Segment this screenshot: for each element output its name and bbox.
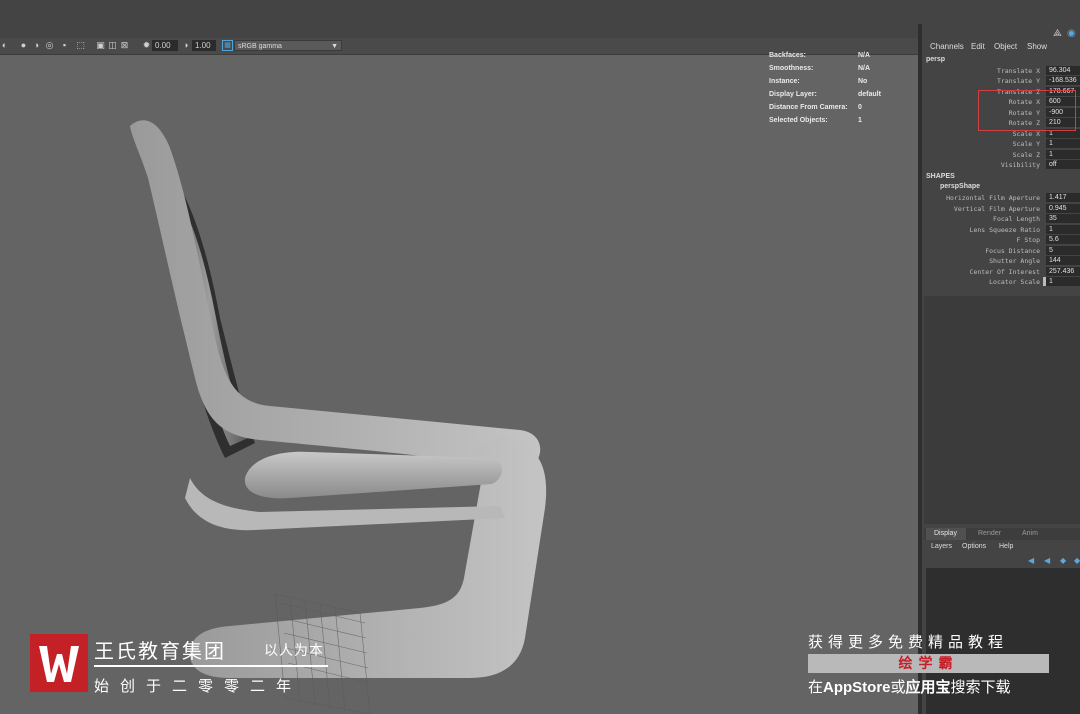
move-layer-down-icon[interactable]: ◀ — [1044, 556, 1050, 565]
hud-row: Backfaces: N/A — [769, 52, 871, 59]
chair-model[interactable] — [0, 38, 918, 714]
attr-value[interactable]: 96.304 — [1046, 66, 1080, 75]
attr-value[interactable]: 1 — [1046, 150, 1080, 159]
menu-show[interactable]: Show — [1027, 42, 1047, 51]
attr-label[interactable]: Focus Distance — [985, 247, 1040, 255]
node-name[interactable]: persp — [926, 56, 945, 63]
xray-icon[interactable]: ▣ — [96, 41, 105, 50]
rotate-highlight-box — [978, 90, 1076, 131]
attr-value[interactable]: 35 — [1046, 214, 1080, 223]
menu-layers[interactable]: Layers — [931, 543, 952, 550]
xray-components-icon[interactable]: ⊠ — [120, 41, 129, 50]
attr-label[interactable]: Lens Squeeze Ratio — [970, 226, 1040, 234]
shape-node-name[interactable]: perspShape — [940, 183, 980, 190]
color-space-dropdown[interactable]: sRGB gamma ▼ — [234, 40, 342, 51]
attr-value[interactable]: 144 — [1046, 256, 1080, 265]
gamma-input[interactable]: 1.00 — [192, 40, 216, 51]
brand-motto: 以人为本 — [264, 642, 324, 658]
new-layer-icon[interactable]: ◆ — [1060, 556, 1066, 565]
attr-label[interactable]: Vertical Film Aperture — [954, 205, 1040, 213]
attr-label[interactable]: Center Of Interest — [970, 268, 1040, 276]
hud-row: Smoothness: N/A — [769, 65, 871, 72]
new-layer-selected-icon[interactable]: ◆ — [1074, 556, 1080, 565]
attr-label[interactable]: Visibility — [1001, 161, 1040, 169]
main-menu-bar — [0, 0, 1080, 25]
menu-options[interactable]: Options — [962, 543, 986, 550]
attr-label[interactable]: F Stop — [1017, 236, 1040, 244]
attr-value[interactable]: 5.6 — [1046, 235, 1080, 244]
shading-icon[interactable]: ◐ — [0, 41, 9, 50]
promo-download-line: 在AppStore或应用宝搜索下载 — [808, 679, 1011, 696]
attr-value[interactable]: 257.436 — [1046, 267, 1080, 276]
attr-label[interactable]: Focal Length — [993, 215, 1040, 223]
menu-help[interactable]: Help — [999, 543, 1013, 550]
hud-row: Distance From Camera: 0 — [769, 104, 862, 111]
menu-edit[interactable]: Edit — [971, 42, 985, 51]
brand-name: 王氏教育集团 — [94, 641, 226, 663]
exposure-input[interactable]: 0.00 — [152, 40, 178, 51]
attribute-editor-icon[interactable]: ◉ — [1067, 28, 1076, 39]
attr-value[interactable]: 1 — [1046, 225, 1080, 234]
gamma-icon[interactable]: ◗ — [182, 41, 191, 50]
tab-display[interactable]: Display — [934, 530, 957, 537]
attr-value[interactable]: 5 — [1046, 246, 1080, 255]
attr-value[interactable]: 1.417 — [1046, 193, 1080, 202]
hud-row: Instance: No — [769, 78, 868, 85]
xray-joints-icon[interactable]: ◫ — [108, 41, 117, 50]
attr-label[interactable]: Shutter Angle — [989, 257, 1040, 265]
shapes-header: SHAPES — [926, 173, 955, 180]
channel-box-empty-area — [924, 296, 1080, 524]
attr-value[interactable]: off — [1046, 160, 1080, 169]
attr-label[interactable]: Scale Z — [1013, 151, 1040, 159]
move-layer-up-icon[interactable]: ◀ — [1028, 556, 1034, 565]
channel-box-icon[interactable]: ⟁ — [1053, 28, 1062, 39]
brand-divider — [94, 665, 328, 667]
attr-value[interactable]: -168.536 — [1046, 76, 1080, 85]
attr-label[interactable]: Translate X — [997, 67, 1040, 75]
attr-label[interactable]: Locator Scale — [989, 278, 1040, 286]
hud-row: Selected Objects: 1 — [769, 117, 862, 124]
attr-value[interactable]: 1 — [1046, 139, 1080, 148]
menu-channels[interactable]: Channels — [930, 42, 964, 51]
shadow-icon[interactable]: ◑ — [32, 41, 41, 50]
attr-label[interactable]: Scale X — [1013, 130, 1040, 138]
brand-logo-icon — [39, 646, 79, 682]
exposure-icon[interactable]: ✹ — [142, 41, 151, 50]
ambient-occlusion-icon[interactable]: ◎ — [45, 41, 54, 50]
promo-app-name: 绘学霸 — [898, 655, 959, 671]
hud-row: Display Layer: default — [769, 91, 881, 98]
promo-headline: 获得更多免费精品教程 — [808, 634, 1009, 651]
brand-since: 始创于二零零二年 — [94, 678, 303, 695]
menu-object[interactable]: Object — [994, 42, 1017, 51]
isolate-select-icon[interactable]: ⬚ — [76, 41, 85, 50]
attr-label[interactable]: Translate Y — [997, 77, 1040, 85]
color-management-icon[interactable]: ▦ — [222, 40, 233, 51]
light-icon[interactable]: ● — [19, 41, 28, 50]
chevron-down-icon: ▼ — [331, 43, 338, 50]
color-space-label: sRGB gamma — [238, 43, 282, 50]
tab-render[interactable]: Render — [978, 530, 1001, 537]
attr-label[interactable]: Scale Y — [1013, 140, 1040, 148]
motion-blur-icon[interactable]: ▪ — [60, 41, 69, 50]
attr-value[interactable]: 1 — [1046, 277, 1080, 286]
attr-label[interactable]: Horizontal Film Aperture — [946, 194, 1040, 202]
attr-value[interactable]: 0.945 — [1046, 204, 1080, 213]
tab-anim[interactable]: Anim — [1022, 530, 1038, 537]
